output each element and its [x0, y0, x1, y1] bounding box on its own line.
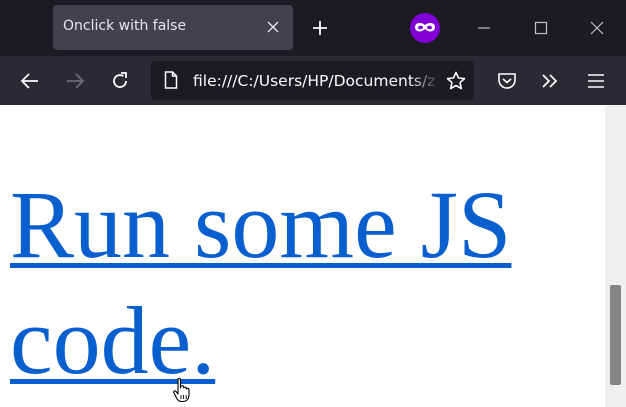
reload-icon[interactable] [105, 66, 135, 96]
hand-cursor-icon [173, 377, 190, 403]
hamburger-icon[interactable] [581, 66, 611, 96]
window-close-icon[interactable] [583, 14, 611, 42]
scrollbar-thumb[interactable] [610, 285, 621, 385]
url-bar[interactable]: file:///C:/Users/HP/Documents/z [151, 61, 474, 100]
maximize-icon[interactable] [527, 14, 555, 42]
plus-icon[interactable] [306, 14, 334, 42]
tab-title: Onclick with false [63, 18, 187, 34]
tab-strip: Onclick with false [0, 0, 626, 56]
url-text[interactable]: file:///C:/Users/HP/Documents/z [193, 72, 438, 90]
vertical-scrollbar[interactable] [605, 105, 626, 407]
arrow-left-icon[interactable] [15, 66, 45, 96]
browser-window: Onclick with false file:///C:/Users/HP/D… [0, 0, 626, 407]
page-icon [161, 70, 181, 90]
private-mask-icon [410, 13, 440, 43]
minimize-icon[interactable] [470, 14, 498, 42]
tab-onclick-with-false[interactable]: Onclick with false [53, 5, 293, 50]
star-icon[interactable] [444, 69, 468, 93]
arrow-right-icon[interactable] [60, 66, 90, 96]
pocket-icon[interactable] [492, 66, 522, 96]
double-chevron-icon[interactable] [535, 66, 565, 96]
url-fade [409, 61, 441, 100]
run-js-link[interactable]: Run some JS code. [10, 167, 570, 399]
close-icon[interactable] [261, 15, 285, 39]
page-content: Run some JS code. [0, 105, 605, 407]
navigation-toolbar: file:///C:/Users/HP/Documents/z [0, 56, 626, 105]
